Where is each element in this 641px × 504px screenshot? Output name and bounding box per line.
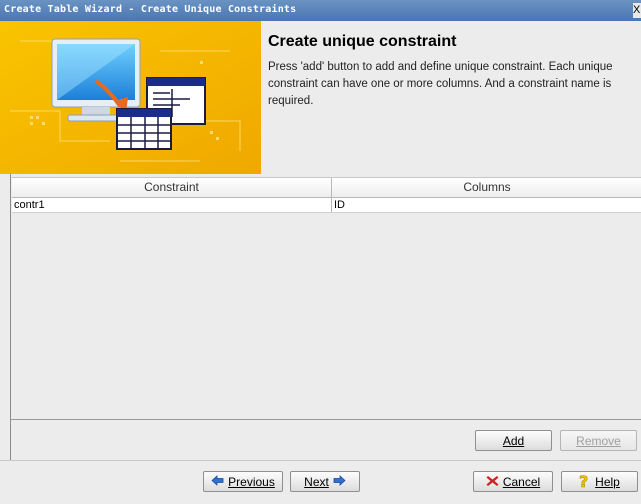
add-button-label: Add [502, 433, 525, 448]
computer-table-illustration-icon [0, 21, 261, 174]
help-button-label: Help [595, 474, 620, 489]
panel-left-border [10, 420, 11, 460]
remove-button[interactable]: Remove [560, 430, 637, 451]
wizard-banner-image [0, 21, 261, 174]
cell-constraint[interactable]: contr1 [12, 198, 332, 212]
svg-text:?: ? [579, 473, 588, 489]
table-header: Constraint Columns [12, 177, 641, 198]
help-button[interactable]: ? Help [561, 471, 638, 492]
previous-button[interactable]: Previous [203, 471, 283, 492]
page-heading: Create unique constraint [268, 33, 457, 50]
add-button[interactable]: Add [475, 430, 552, 451]
next-button[interactable]: Next [290, 471, 360, 492]
previous-button-label: Previous [228, 474, 275, 489]
page-description: Press 'add' button to add and define uni… [268, 61, 613, 107]
arrow-right-icon [333, 475, 346, 488]
arrow-left-icon [211, 475, 224, 488]
constraints-table: Constraint Columns contr1 ID [10, 174, 641, 420]
footer-divider [0, 460, 641, 461]
column-header-columns[interactable]: Columns [332, 178, 641, 197]
remove-button-label: Remove [576, 433, 621, 448]
close-button[interactable]: X [633, 3, 641, 18]
table-row[interactable]: contr1 ID [12, 198, 641, 213]
table-bottom-border [10, 419, 641, 420]
window-title: Create Table Wizard - Create Unique Cons… [4, 4, 297, 15]
next-button-label: Next [304, 474, 329, 489]
red-x-icon [486, 475, 499, 489]
cancel-button[interactable]: Cancel [473, 471, 553, 492]
question-mark-icon: ? [579, 471, 591, 491]
column-header-constraint[interactable]: Constraint [12, 178, 332, 197]
cancel-button-label: Cancel [502, 474, 541, 489]
title-bar[interactable]: Create Table Wizard - Create Unique Cons… [0, 0, 641, 21]
cell-columns[interactable]: ID [332, 198, 641, 212]
